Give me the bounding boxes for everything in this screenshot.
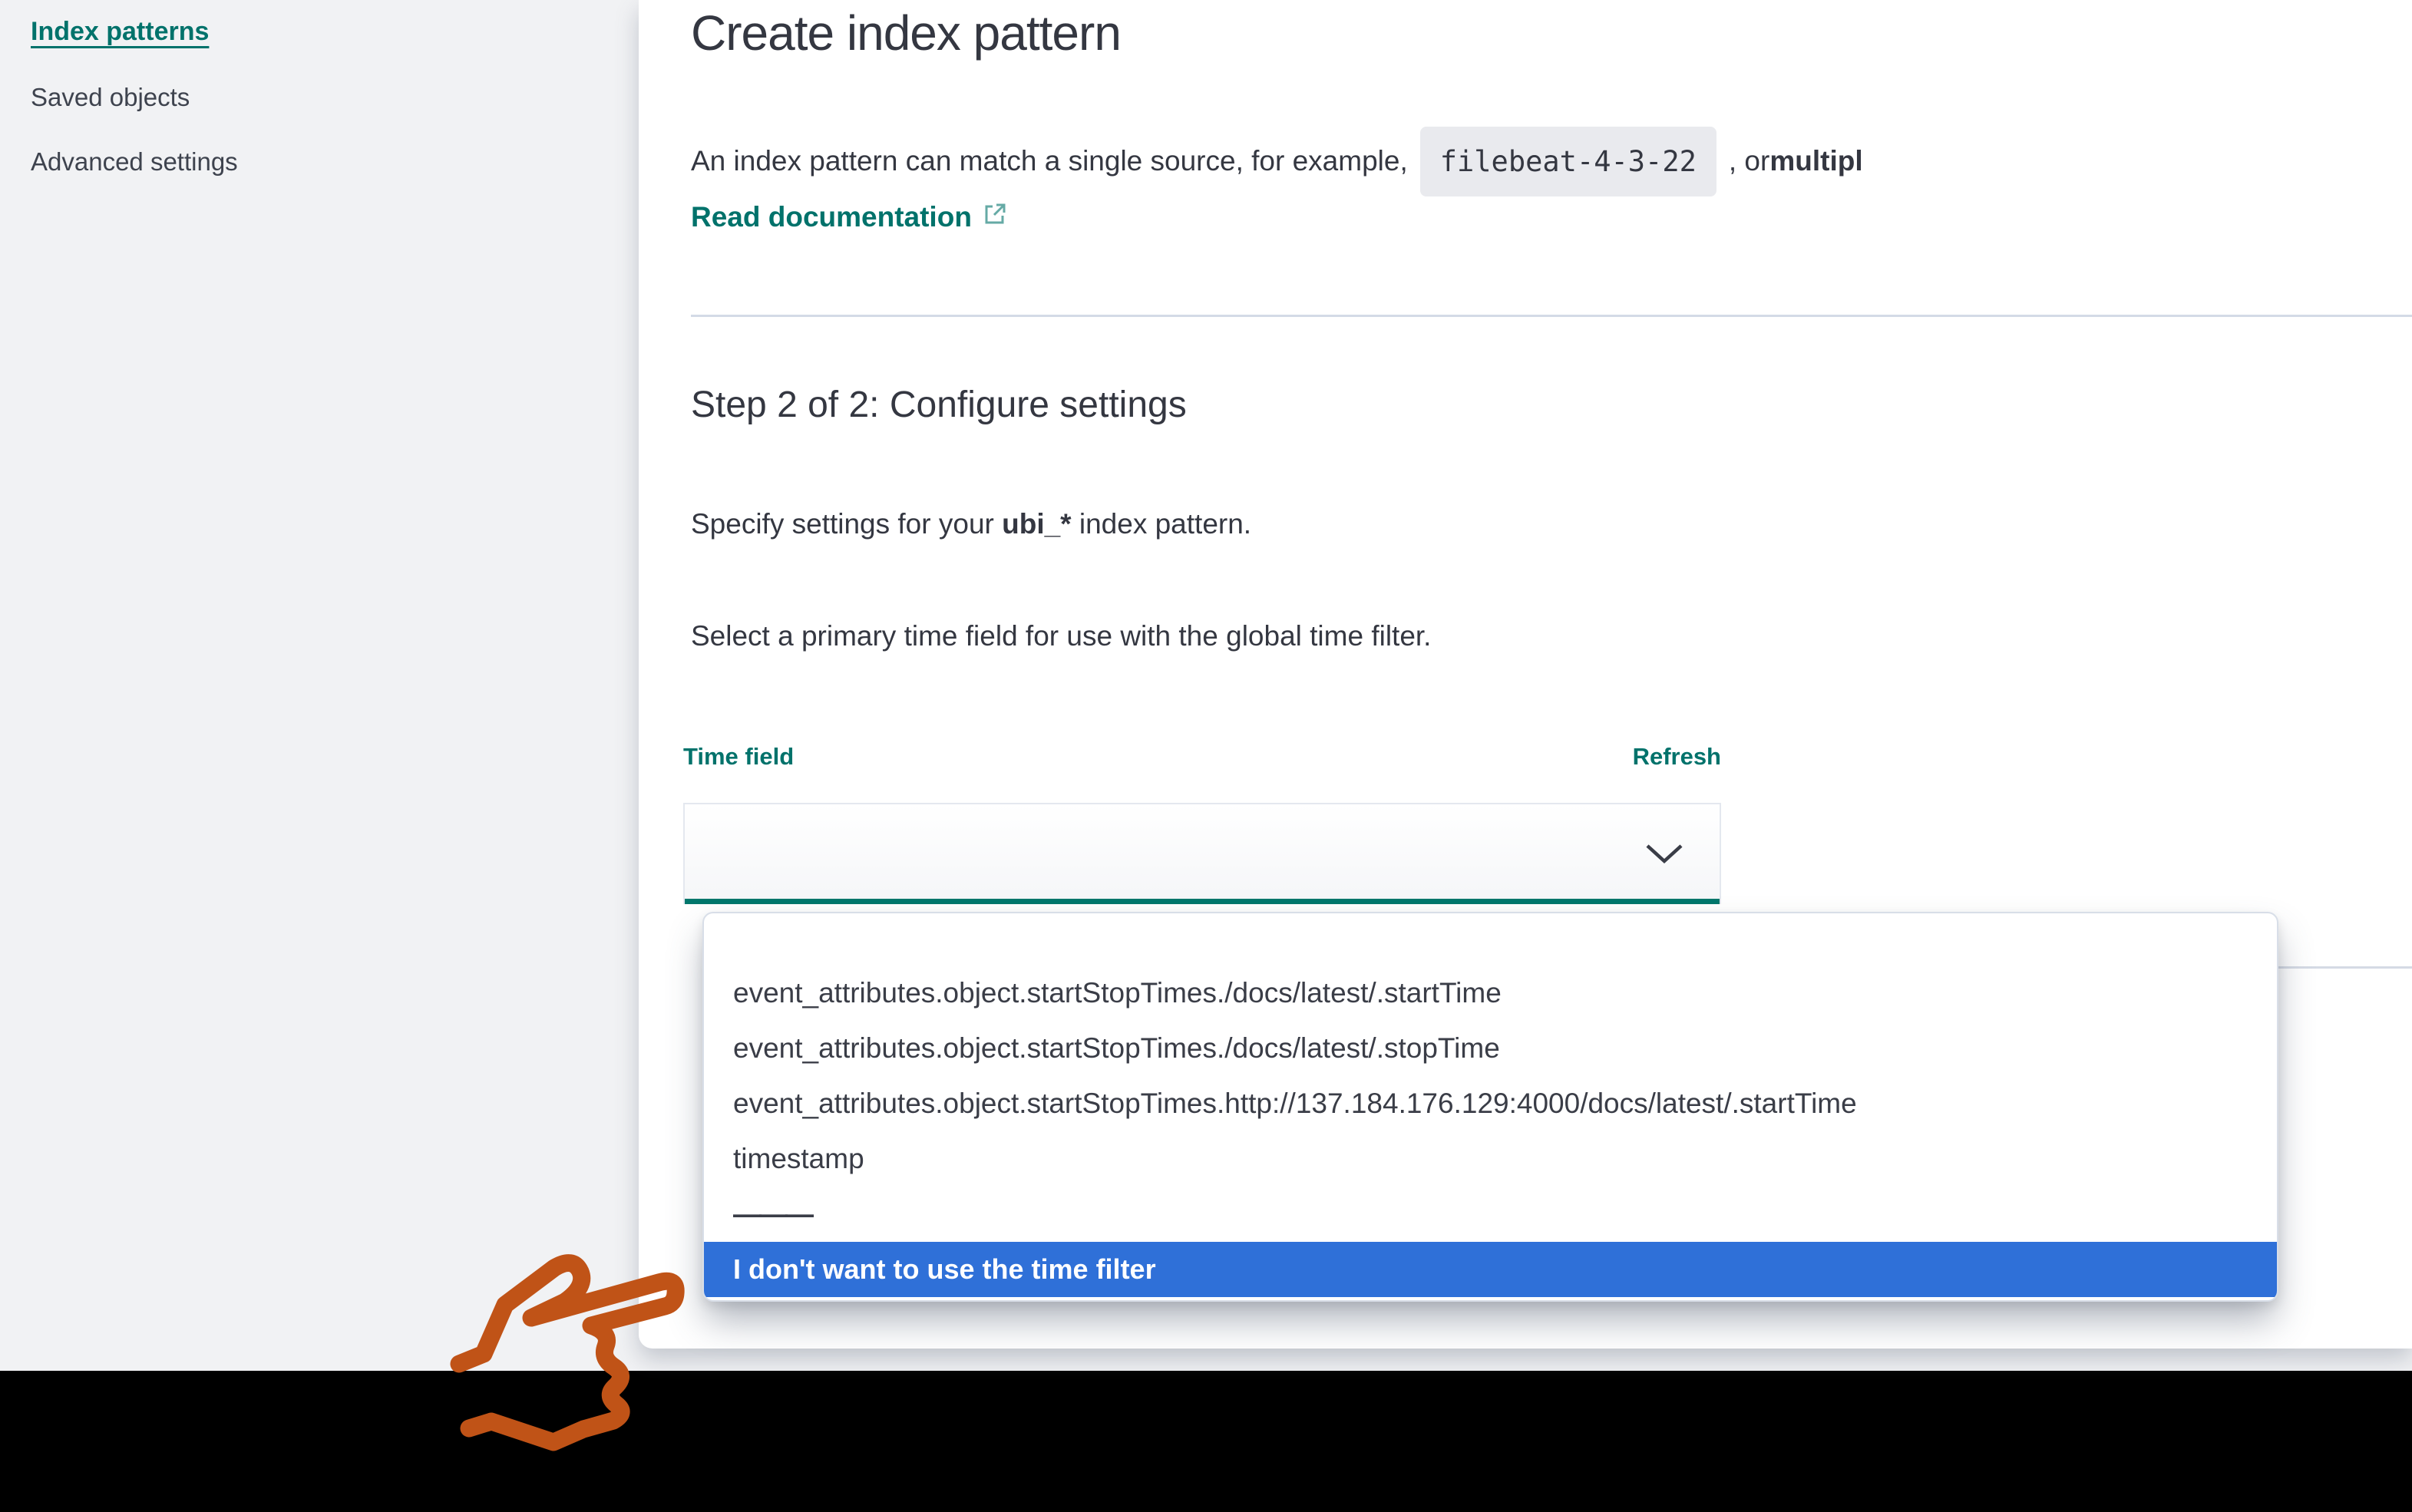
dropdown-option[interactable]: event_attributes.object.startStopTimes./… <box>704 966 2277 1021</box>
intro-before: An index pattern can match a single sour… <box>691 145 1408 177</box>
specify-before: Specify settings for your <box>691 508 1003 540</box>
index-pattern-name: ubi_* <box>1002 508 1072 540</box>
read-documentation-label: Read documentation <box>691 201 972 233</box>
chevron-down-icon <box>1646 844 1683 868</box>
time-field-select[interactable] <box>683 803 1721 904</box>
example-index-code: filebeat-4-3-22 <box>1419 126 1716 196</box>
refresh-link[interactable]: Refresh <box>1633 743 1721 771</box>
time-field-row: Time field Refresh <box>683 743 1721 771</box>
dropdown-option-selected[interactable]: I don't want to use the time filter <box>704 1242 2277 1297</box>
sidebar-item-advanced-settings[interactable]: Advanced settings <box>31 147 238 177</box>
specify-text: Specify settings for your ubi_* index pa… <box>691 508 1251 540</box>
step-heading: Step 2 of 2: Configure settings <box>691 385 1187 425</box>
page-title: Create index pattern <box>691 5 1122 61</box>
intro-text: An index pattern can match a single sour… <box>691 115 2412 207</box>
dropdown-option[interactable]: event_attributes.object.startStopTimes./… <box>704 1021 2277 1076</box>
external-link-icon <box>983 201 1007 233</box>
dropdown-option[interactable]: event_attributes.object.startStopTimes.h… <box>704 1076 2277 1131</box>
intro-after: , or <box>1728 145 1770 177</box>
intro-after-bold: multipl <box>1769 145 1863 177</box>
sidebar-item-index-patterns[interactable]: Index patterns <box>31 17 209 47</box>
read-documentation-link[interactable]: Read documentation <box>691 201 1007 233</box>
time-field-dropdown: event_attributes.object.startStopTimes./… <box>702 912 2278 1302</box>
dropdown-option[interactable]: timestamp <box>704 1131 2277 1187</box>
dropdown-option-divider: ——— <box>733 1198 814 1230</box>
specify-after: index pattern. <box>1071 508 1252 540</box>
create-index-pattern-page: Index patterns Saved objects Advanced se… <box>0 0 2412 1512</box>
select-focus-underline <box>685 899 1720 904</box>
time-field-label: Time field <box>683 743 795 770</box>
dropdown-option-blank[interactable] <box>704 915 2277 966</box>
sidebar-item-saved-objects[interactable]: Saved objects <box>31 83 190 112</box>
time-field-hint: Select a primary time field for use with… <box>691 620 1432 652</box>
section-divider <box>691 315 2412 317</box>
